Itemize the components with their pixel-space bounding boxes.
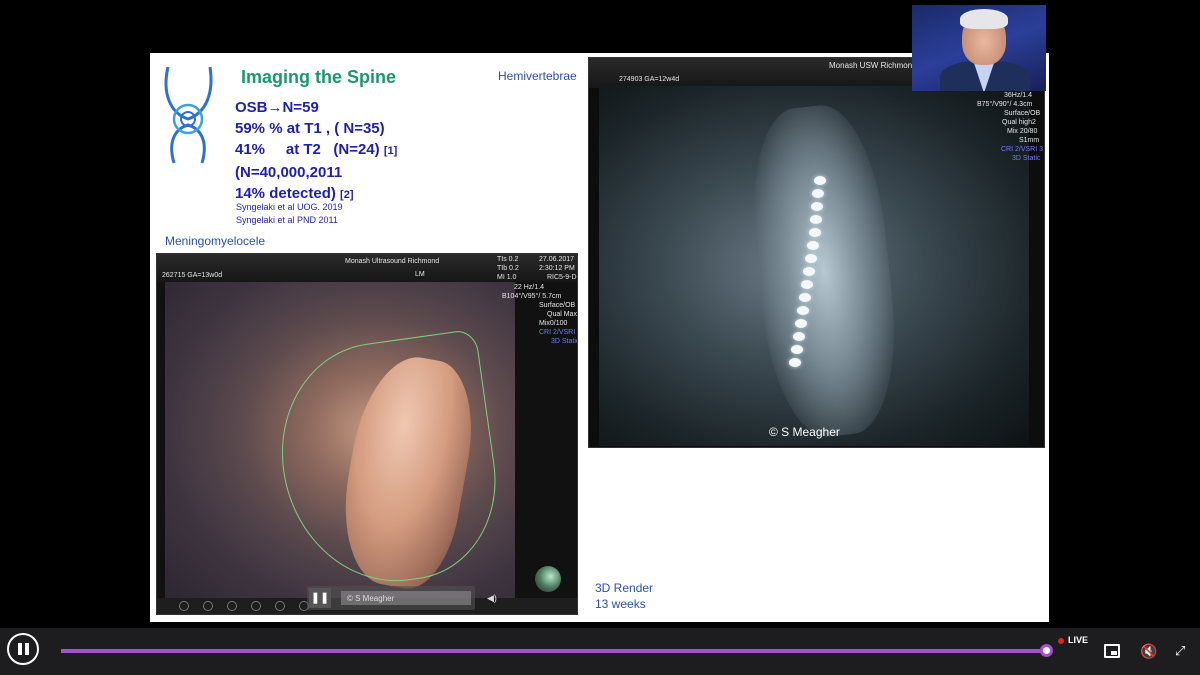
progress-bar[interactable] (61, 649, 1047, 653)
video-credit: © S Meagher (347, 594, 395, 603)
citation: [2] (340, 189, 354, 201)
stat-line: 41% at T2 (N=24) [1] (235, 139, 397, 162)
embedded-video-player[interactable]: ❚❚ © S Meagher (307, 586, 475, 610)
tool-icon[interactable] (251, 601, 261, 611)
exit-fullscreen-icon[interactable]: ⤢ (1175, 644, 1191, 658)
vertebra-icon (810, 215, 822, 224)
render-caption-line: 13 weeks (595, 597, 646, 611)
reference-item: Syngelaki et al UOG. 2019 (236, 202, 343, 212)
scan-setting: Surface/OB (539, 302, 576, 309)
vertebra-icon (791, 345, 803, 354)
vertebra-icon (797, 306, 809, 315)
scan-date: 27.06.2017 (539, 256, 575, 263)
roi-outline (267, 328, 509, 596)
hemivertebrae-label: Hemivertebrae (498, 69, 577, 83)
stat-text: 41% at T2 (N=24) (235, 141, 380, 158)
param-left: MI 1.0 (497, 274, 517, 281)
vertebra-icon (814, 176, 826, 185)
presentation-slide: Imaging the Spine Hemivertebrae OSB→N=59… (150, 53, 1049, 622)
picture-in-picture-icon[interactable] (1104, 644, 1120, 658)
ultrasound-video-meningomyelocele[interactable]: 262715 GA=13w0d Monash Ultrasound Richmo… (156, 253, 578, 615)
live-indicator[interactable]: LIVE (1058, 635, 1088, 645)
tool-icon[interactable] (227, 601, 237, 611)
stat-line: (N=40,000,2011 (235, 164, 343, 181)
stat-line: 59% % at T1 , ( N=35) (235, 120, 385, 137)
vertebra-icon (805, 254, 817, 263)
vertebra-icon (803, 267, 815, 276)
vertebra-icon (789, 358, 801, 367)
scan-setting: Mix 20/80 (1007, 128, 1038, 135)
vertebra-icon (799, 293, 811, 302)
site-name: Monash USW Richmon (829, 61, 913, 70)
probe-name: RIC5-9-D (547, 274, 577, 281)
presenter-hair (960, 9, 1008, 29)
scan-time: 2:30:12 PM (539, 265, 575, 272)
video-stage[interactable]: Imaging the Spine Hemivertebrae OSB→N=59… (0, 0, 1200, 628)
stat-line: OSB→N=59 (235, 99, 319, 116)
live-label: LIVE (1068, 635, 1089, 645)
vertebra-icon (801, 280, 813, 289)
progress-handle[interactable] (1040, 644, 1053, 657)
vertebra-icon (795, 319, 807, 328)
reference-item: Syngelaki et al PND 2011 (236, 215, 338, 225)
ultrasound-image (599, 86, 1029, 446)
scan-setting: CRI 2/VSRI 3 (1001, 146, 1044, 153)
scan-setting: Mix0/100 (539, 320, 568, 327)
vertebra-icon (811, 202, 823, 211)
mode-label: LM (415, 271, 425, 278)
scan-setting: CRI 2/VSRI 3 (539, 329, 578, 336)
tool-icon[interactable] (179, 601, 189, 611)
ultrasound-image (165, 282, 515, 612)
param-left: TIs 0.2 (497, 256, 519, 263)
render-caption: 3D Render 13 weeks (595, 580, 653, 612)
slide-title: Imaging the Spine (241, 67, 397, 87)
scan-setting: Qual high2 (1002, 119, 1036, 126)
mute-icon[interactable]: 🔇 (1140, 644, 1157, 658)
patient-info: 262715 GA=13w0d (162, 272, 223, 279)
progress-fill (61, 649, 1041, 653)
scan-setting: Qual Max (547, 311, 577, 318)
vertebra-icon (812, 189, 824, 198)
param-left: TIb 0.2 (497, 265, 519, 272)
render-caption-line: 3D Render (595, 581, 654, 595)
logo-icon (164, 66, 213, 164)
vertebra-icon (793, 332, 805, 341)
meningomyelocele-label: Meningomyelocele (165, 234, 266, 248)
patient-info: 274903 GA=12w4d (619, 76, 680, 83)
scan-setting: Surface/OB (1004, 110, 1041, 117)
tool-icon[interactable] (275, 601, 285, 611)
scan-setting: S1mm (1019, 137, 1040, 144)
statistics-block: OSB→N=59 59% % at T1 , ( N=35) 41% at T2… (235, 97, 397, 206)
site-name: Monash Ultrasound Richmond (345, 258, 440, 265)
scan-setting: B75°/V90°/ 4.3cm (977, 101, 1033, 108)
ultrasound-3d-spine-render: 274903 GA=12w4d Monash USW Richmon 36Hz/… (588, 57, 1045, 448)
volume-icon[interactable]: ◀) (487, 593, 497, 604)
scan-setting: 3D Static (551, 338, 578, 345)
orientation-marker-icon (535, 566, 561, 592)
live-dot-icon (1058, 637, 1064, 644)
vertebra-icon (807, 241, 819, 250)
scan-setting: 36Hz/1.4 (1004, 92, 1033, 99)
stat-text: 14% detected) (235, 185, 336, 202)
scan-setting: 22 Hz/1.4 (514, 284, 544, 291)
scan-setting: B104°/V95°/ 5.7cm (502, 293, 562, 300)
image-credit: © S Meagher (769, 425, 840, 439)
scan-setting: 3D Static (1012, 155, 1041, 162)
pause-icon[interactable]: ❚❚ (309, 588, 331, 608)
pause-icon[interactable] (7, 633, 39, 665)
tool-icon[interactable] (203, 601, 213, 611)
references: Syngelaki et al UOG. 2019 Syngelaki et a… (236, 201, 343, 227)
presenter-webcam (912, 5, 1046, 91)
player-control-bar: LIVE 🔇 ⤢ (0, 628, 1200, 675)
citation: [1] (383, 145, 398, 157)
spine-render (742, 100, 906, 442)
vertebra-icon (809, 228, 821, 237)
